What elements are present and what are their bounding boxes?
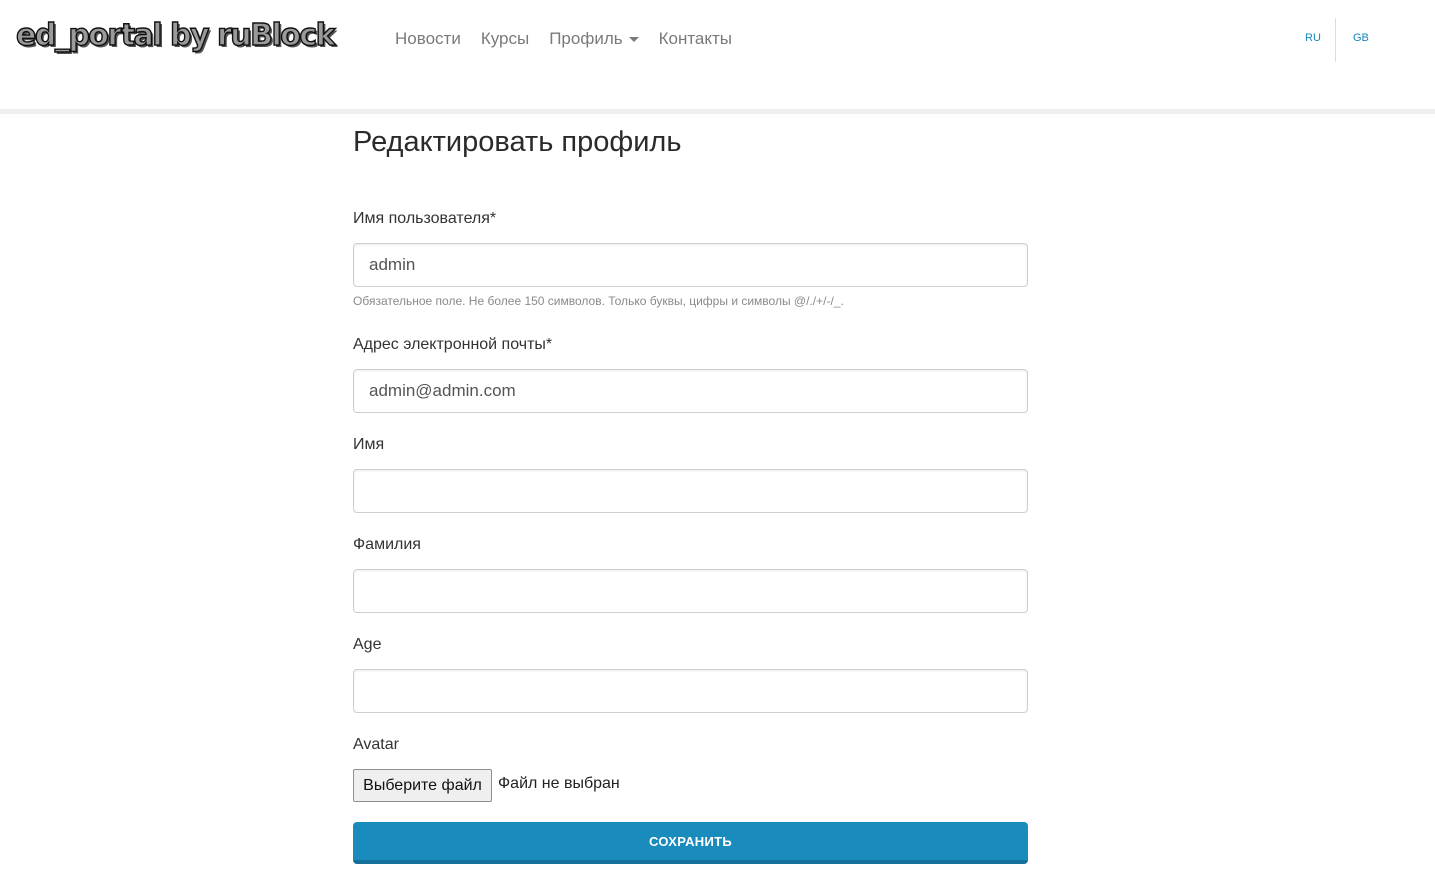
top-navbar: ed_portal by ruBlock Новости Курсы Профи… (0, 0, 1435, 109)
username-help-text: Обязательное поле. Не более 150 символов… (353, 294, 844, 308)
page-title: Редактировать профиль (353, 126, 682, 158)
first-name-label: Имя (353, 436, 385, 453)
nav-link-courses[interactable]: Курсы (481, 29, 529, 49)
navbar-shadow (0, 109, 1435, 114)
choose-file-button[interactable]: Выберите файл (353, 769, 492, 802)
brand-logo[interactable]: ed_portal by ruBlock (15, 17, 336, 53)
nav-link-contacts[interactable]: Контакты (659, 29, 732, 49)
lang-ru-link[interactable]: RU (1305, 32, 1321, 44)
lang-divider (1335, 18, 1336, 62)
nav-link-news[interactable]: Новости (395, 29, 461, 49)
username-label: Имя пользователя* (353, 210, 497, 227)
nav-dropdown-profile[interactable]: Профиль (549, 29, 639, 49)
age-label: Age (353, 636, 382, 653)
save-button[interactable]: СОХРАНИТЬ (353, 822, 1028, 864)
file-status-text: Файл не выбран (498, 775, 620, 792)
username-input[interactable] (353, 243, 1028, 287)
email-input[interactable] (353, 369, 1028, 413)
main-nav: Новости Курсы Профиль Контакты (395, 29, 752, 49)
last-name-input[interactable] (353, 569, 1028, 613)
avatar-label: Avatar (353, 736, 399, 753)
nav-dropdown-profile-label: Профиль (549, 29, 623, 48)
lang-gb-link[interactable]: GB (1353, 32, 1369, 44)
last-name-label: Фамилия (353, 536, 421, 553)
email-label: Адрес электронной почты* (353, 336, 553, 353)
first-name-input[interactable] (353, 469, 1028, 513)
caret-down-icon (628, 36, 639, 42)
age-input[interactable] (353, 669, 1028, 713)
